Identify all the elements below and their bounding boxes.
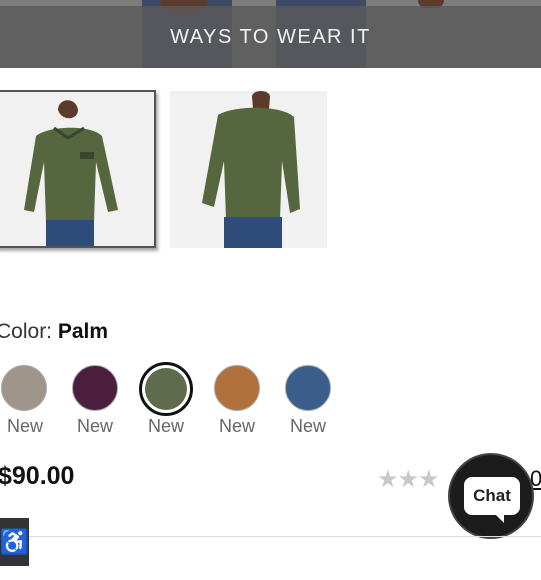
product-price: $90.00	[0, 462, 75, 490]
accessibility-button[interactable]: ♿	[0, 518, 29, 566]
color-selection: Color: Palm	[0, 320, 108, 344]
swatch-label-4: New	[218, 416, 255, 436]
swatch-label-5: New	[289, 416, 326, 436]
divider	[29, 536, 541, 537]
color-label: Color:	[0, 320, 53, 343]
swatch-label-3: New	[147, 416, 184, 436]
chat-label: Chat	[464, 477, 520, 515]
color-swatch-3-selected[interactable]	[139, 362, 193, 416]
swatch-label-1: New	[6, 416, 43, 436]
color-swatch-1[interactable]	[1, 365, 47, 411]
chat-bubble-tail	[494, 513, 504, 523]
product-thumbnail-back[interactable]	[170, 91, 327, 248]
ways-to-wear-it-banner[interactable]: WAYS TO WEAR IT	[0, 0, 541, 68]
accessibility-icon: ♿	[0, 528, 30, 556]
selected-color-name: Palm	[57, 320, 109, 343]
chat-button[interactable]: Chat	[448, 453, 534, 539]
color-swatch-5[interactable]	[285, 365, 331, 411]
rating-stars[interactable]: ★★★	[377, 465, 440, 494]
swatch-label-2: New	[76, 416, 113, 436]
color-swatch-4[interactable]	[214, 365, 260, 411]
ways-to-wear-it-label: WAYS TO WEAR IT	[0, 6, 541, 68]
color-swatch-2[interactable]	[72, 365, 118, 411]
front-view-image	[24, 100, 118, 246]
product-thumbnail-front[interactable]	[0, 90, 156, 248]
back-view-image	[202, 91, 300, 248]
